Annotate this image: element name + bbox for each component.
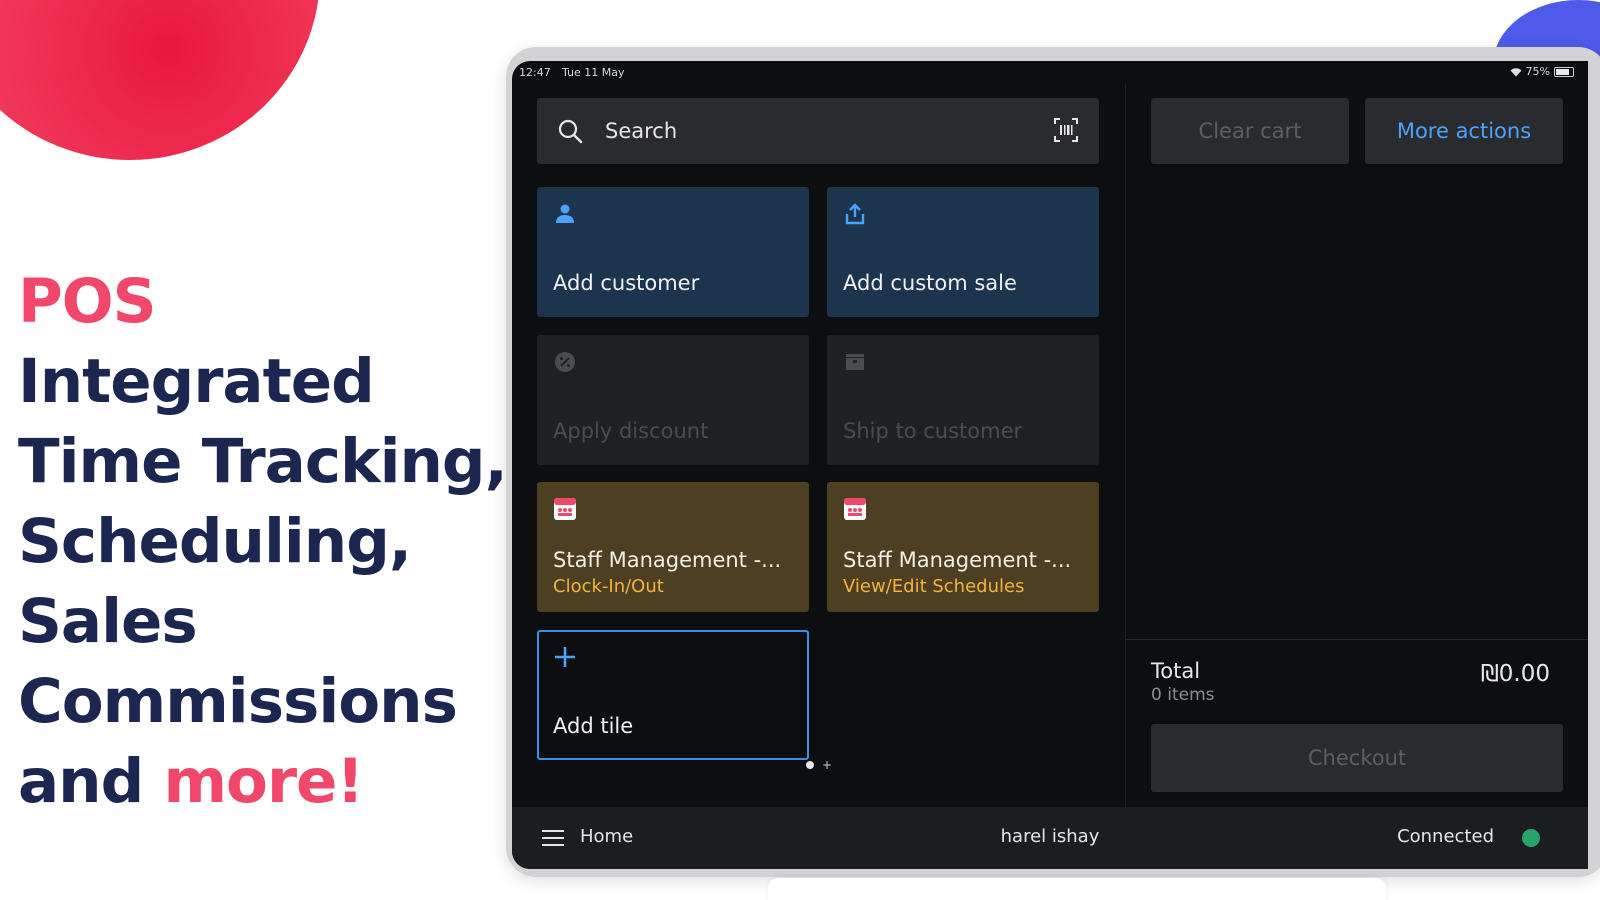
tile-add-tile[interactable]: Add tile (537, 630, 809, 760)
cart-divider (1126, 639, 1588, 640)
tile-label: Add tile (553, 714, 634, 738)
tile-label: Apply discount (553, 419, 709, 443)
tile-staff-clock-in-out[interactable]: Staff Management -... Clock-In/Out (537, 482, 809, 612)
plus-icon (555, 647, 575, 667)
total-amount: ₪0.00 (1480, 661, 1550, 687)
status-date: Tue 11 May (562, 66, 625, 79)
headline-line-4: Sales (18, 586, 198, 657)
headline-line-2: Time Tracking, (18, 426, 508, 497)
item-count: 0 items (1151, 685, 1215, 705)
pos-screen: 12:47 Tue 11 May 75% Search Add customer… (512, 61, 1588, 869)
tile-add-customer[interactable]: Add customer (537, 187, 809, 317)
tile-sublabel: Clock-In/Out (553, 576, 664, 597)
decorative-red-circle (0, 0, 320, 160)
headline-accent-more: more! (163, 746, 365, 817)
search-label: Search (605, 119, 678, 143)
tile-apply-discount[interactable]: Apply discount (537, 335, 809, 465)
tile-add-custom-sale[interactable]: Add custom sale (827, 187, 1099, 317)
status-time: 12:47 (519, 66, 551, 79)
checkout-button[interactable]: Checkout (1151, 724, 1563, 792)
connection-status: Connected (1397, 826, 1494, 847)
barcode-scan-icon[interactable] (1053, 117, 1079, 143)
headline-line-6: and (18, 746, 164, 817)
battery-icon (1554, 66, 1574, 77)
headline-accent-pos: POS (18, 266, 156, 337)
headline-line-5: Commissions (18, 666, 458, 737)
tile-staff-view-edit-schedules[interactable]: Staff Management -... View/Edit Schedule… (827, 482, 1099, 612)
headline-line-1: Integrated (18, 346, 375, 417)
box-icon (846, 354, 864, 370)
staff-app-icon (554, 498, 576, 520)
total-label: Total (1151, 659, 1201, 683)
page-dot-active[interactable] (806, 761, 814, 769)
wifi-icon (1510, 67, 1522, 76)
page-indicator[interactable]: + (806, 759, 832, 771)
person-icon (556, 204, 574, 223)
bottom-bar: Home harel ishay Connected (512, 807, 1588, 869)
add-page-icon[interactable]: + (822, 759, 832, 771)
status-right: 75% (1510, 65, 1574, 78)
more-actions-button[interactable]: More actions (1365, 98, 1563, 164)
battery-percent: 75% (1525, 65, 1550, 78)
headline-line-3: Scheduling, (18, 506, 412, 577)
tile-label: Add custom sale (843, 271, 1017, 295)
upload-icon (845, 203, 865, 225)
connection-indicator (1522, 829, 1540, 847)
pane-divider (1125, 83, 1126, 807)
dock-strip (768, 878, 1386, 900)
tile-label: Staff Management -... (843, 548, 1072, 572)
discount-icon (555, 352, 575, 372)
tile-ship-to-customer[interactable]: Ship to customer (827, 335, 1099, 465)
search-icon (558, 119, 583, 144)
search-bar[interactable]: Search (537, 98, 1099, 164)
marketing-headline: POS Integrated Time Tracking, Scheduling… (18, 262, 508, 822)
staff-app-icon (844, 498, 866, 520)
tile-label: Staff Management -... (553, 548, 782, 572)
clear-cart-button[interactable]: Clear cart (1151, 98, 1349, 164)
status-bar: 12:47 Tue 11 May 75% (512, 61, 1588, 83)
tile-sublabel: View/Edit Schedules (843, 576, 1025, 597)
tile-label: Add customer (553, 271, 700, 295)
tile-label: Ship to customer (843, 419, 1023, 443)
